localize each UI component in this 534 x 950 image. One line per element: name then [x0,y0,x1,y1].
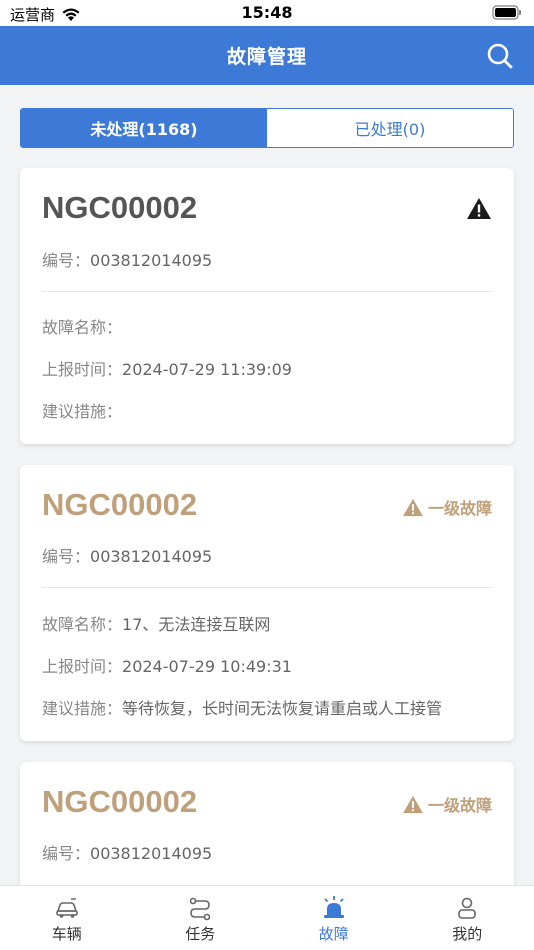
fault-name-value: 17、无法连接互联网 [122,615,271,634]
divider [42,291,492,292]
tab-tasks-label: 任务 [185,925,216,943]
car-icon [55,898,78,918]
tab-tasks[interactable]: 任务 [134,886,268,950]
divider [42,587,492,588]
code-row: 编号：003812014095 [42,247,212,271]
code-value: 003812014095 [90,547,213,566]
suggestion-label: 建议措施： [42,402,123,421]
suggestion-row: 建议措施： [42,398,122,422]
report-time-label: 上报时间： [42,657,123,676]
route-icon [189,897,211,921]
device-name: NGC00002 [42,190,198,225]
fault-card[interactable]: NGC00002 一级故障 编号：003812014095 故障名称：17、无法… [20,465,514,741]
warning-icon [403,498,423,516]
suggestion-value: 等待恢复，长时间无法恢复请重启或人工接管 [122,699,443,718]
fault-card[interactable]: NGC00002 编号：003812014095 故障名称： 上报时间：2024… [20,168,514,444]
fault-name-row: 故障名称：17、无法连接互联网 [42,611,270,635]
fault-level-badge: 一级故障 [402,495,492,519]
tab-faults-label: 故障 [318,925,349,943]
warning-icon [467,198,491,219]
code-label: 编号： [42,844,91,863]
tab-profile[interactable]: 我的 [401,886,534,950]
tab-vehicles-label: 车辆 [51,925,82,943]
fault-level-label: 一级故障 [427,796,492,815]
alarm-light-icon [323,896,344,918]
device-name: NGC00002 [42,487,198,522]
battery-icon [492,5,521,20]
fault-name-label: 故障名称： [42,615,123,634]
fault-name-label: 故障名称： [42,318,123,337]
code-row: 编号：003812014095 [42,543,212,567]
suggestion-row: 建议措施：等待恢复，长时间无法恢复请重启或人工接管 [42,695,442,719]
device-name: NGC00002 [42,784,198,819]
fault-level-badge: 一级故障 [402,792,492,816]
report-time-row: 上报时间：2024-07-29 11:39:09 [42,356,292,380]
report-time-value: 2024-07-29 10:49:31 [122,657,292,676]
code-row: 编号：003812014095 [42,840,212,864]
status-tabs: 未处理(1168) 已处理(0) [20,108,514,148]
tab-processed[interactable]: 已处理(0) [267,109,513,147]
search-icon[interactable] [486,42,514,70]
bottom-tab-bar: 车辆 任务 故障 我的 [0,885,534,950]
nav-bar: 故障管理 [0,26,534,85]
tab-profile-label: 我的 [452,925,483,943]
status-time: 15:48 [241,3,293,22]
tab-vehicles[interactable]: 车辆 [0,886,134,950]
code-value: 003812014095 [90,251,213,270]
status-bar: 运营商 15:48 [0,0,534,26]
report-time-row: 上报时间：2024-07-29 10:49:31 [42,653,292,677]
code-value: 003812014095 [90,844,213,863]
fault-name-row: 故障名称： [42,314,122,338]
warning-icon [403,795,423,813]
suggestion-label: 建议措施： [42,699,123,718]
report-time-value: 2024-07-29 11:39:09 [122,360,292,379]
code-label: 编号： [42,547,91,566]
fault-level-label: 一级故障 [427,499,492,518]
code-label: 编号： [42,251,91,270]
user-icon [458,897,477,919]
tab-faults[interactable]: 故障 [267,886,401,950]
report-time-label: 上报时间： [42,360,123,379]
tab-unprocessed[interactable]: 未处理(1168) [21,109,267,147]
page-title: 故障管理 [226,46,307,68]
